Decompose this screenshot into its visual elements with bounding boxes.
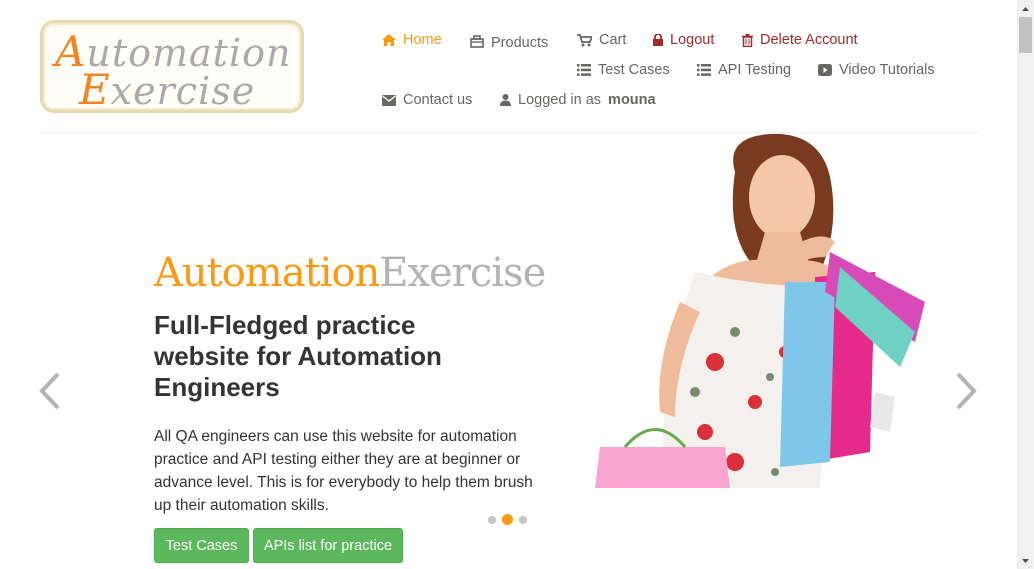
scrollbar-thumb[interactable] [1019,17,1032,53]
nav-products-label: Products [491,35,549,51]
nav-api-testing-label: API Testing [718,62,792,78]
cart-icon [577,33,592,46]
slider-headline: Full-Fledged practice website for Automa… [154,310,442,402]
brand-title-part-2: Exercise [379,250,546,296]
nav-home-label: Home [403,32,442,48]
products-icon [470,34,484,48]
chevron-left-icon [39,372,60,410]
nav-video-tutorials-label: Video Tutorials [839,62,935,78]
scroll-up-button[interactable] [1017,0,1034,17]
user-icon [500,94,511,106]
test-cases-button[interactable]: Test Cases [154,528,249,563]
nav-cart[interactable]: Cart [577,32,626,48]
list-icon [697,64,711,76]
scroll-down-arrow-icon [1022,558,1029,563]
logo-line-2: Exercise [79,65,256,114]
logged-in-username: mouna [608,92,656,108]
slider-brand-title: AutomationExercise [154,250,546,296]
trash-icon [742,33,753,47]
slider-description: All QA engineers can use this website fo… [154,428,533,514]
hero-girl-with-shopping-bags-image [595,133,925,488]
nav-logout-label: Logout [670,32,715,48]
slider-next-arrow[interactable] [954,372,978,415]
nav-test-cases[interactable]: Test Cases [577,62,670,78]
nav-test-cases-label: Test Cases [598,62,670,78]
nav-products[interactable]: Products [470,31,548,51]
nav-contact-us-label: Contact us [403,92,473,108]
site-logo[interactable]: Automation Exercise [40,20,304,114]
envelope-icon [382,94,396,106]
nav-video-tutorials[interactable]: Video Tutorials [818,62,935,78]
nav-logout[interactable]: Logout [653,32,714,48]
apis-list-button[interactable]: APIs list for practice [253,528,403,563]
nav-home[interactable]: Home [382,32,442,48]
nav-delete-account[interactable]: Delete Account [742,32,858,48]
slider-dot-2[interactable] [502,514,513,525]
nav-api-testing[interactable]: API Testing [697,62,791,78]
lock-icon [653,34,663,46]
slider-dot-3[interactable] [519,515,527,524]
nav-logged-in-user: Logged in as mouna [500,92,656,108]
logged-in-prefix: Logged in as [518,92,602,108]
list-icon [577,64,591,76]
nav-delete-account-label: Delete Account [760,32,858,48]
home-icon [382,34,396,46]
nav-contact-us[interactable]: Contact us [382,92,472,108]
nav-cart-label: Cart [599,32,627,48]
slider-indicators [488,514,527,525]
scroll-down-button[interactable] [1017,552,1034,569]
youtube-play-icon [818,64,832,76]
chevron-right-icon [956,372,977,410]
slider-dot-1[interactable] [488,515,496,524]
slider-prev-arrow[interactable] [38,372,62,415]
brand-title-part-1: Automation [154,250,380,296]
page-scrollbar[interactable] [1017,0,1034,569]
scroll-up-arrow-icon [1022,6,1029,11]
